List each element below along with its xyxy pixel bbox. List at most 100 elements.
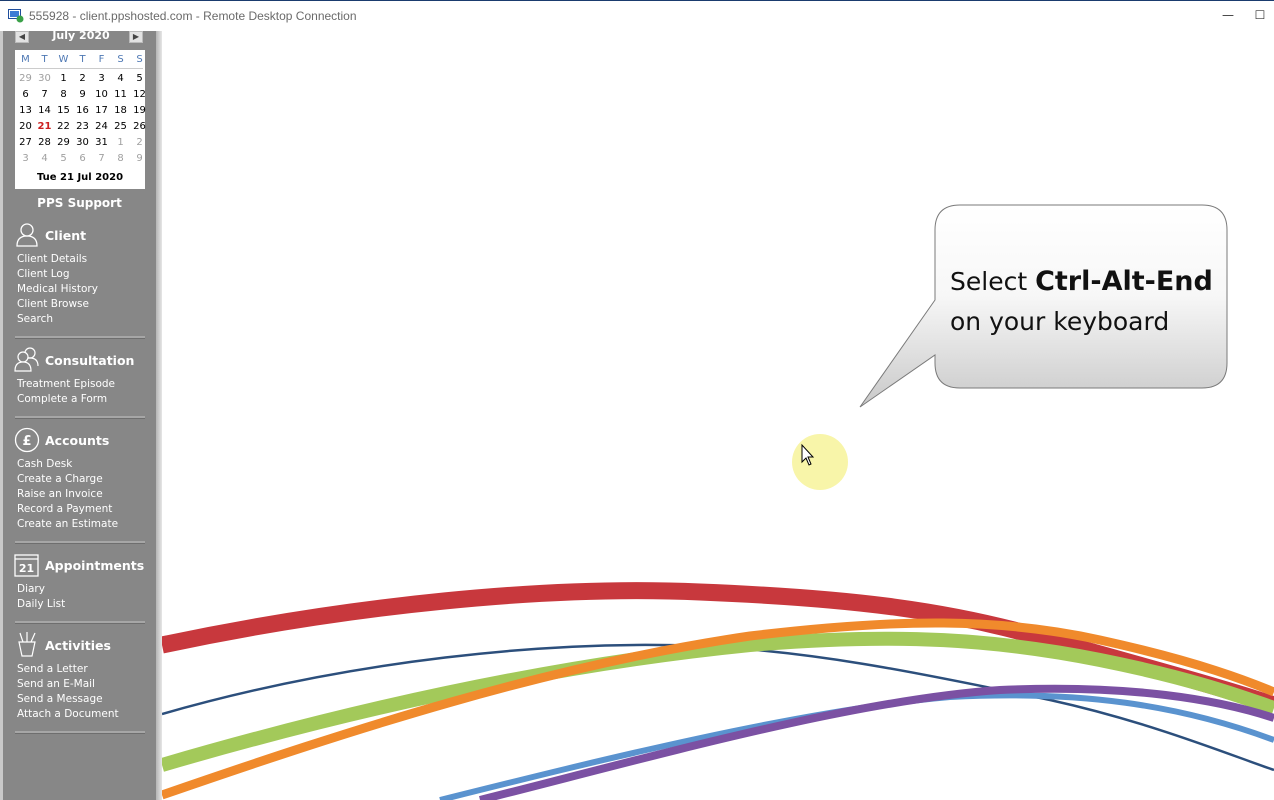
calendar-day[interactable]: 7 <box>35 89 54 100</box>
menu-daily-list[interactable]: Daily List <box>17 598 65 610</box>
menu-complete-form[interactable]: Complete a Form <box>17 393 107 405</box>
menu-send-letter[interactable]: Send a Letter <box>17 663 88 675</box>
section-title-activities[interactable]: Activities <box>45 638 111 653</box>
minimize-button[interactable]: — <box>1218 5 1238 25</box>
calendar-day[interactable]: 28 <box>35 137 54 148</box>
menu-create-estimate[interactable]: Create an Estimate <box>17 518 118 530</box>
menu-medical-history[interactable]: Medical History <box>17 283 98 295</box>
svg-text:21: 21 <box>19 562 34 575</box>
calendar-weekday: T <box>79 54 86 65</box>
desktop-background <box>162 31 1274 800</box>
calendar-divider <box>17 68 143 69</box>
calendar-day[interactable]: 6 <box>16 89 35 100</box>
calendar-day[interactable]: 31 <box>92 137 111 148</box>
section-title-accounts[interactable]: Accounts <box>45 433 109 448</box>
calendar-weekday: M <box>21 54 30 65</box>
calendar-day[interactable]: 30 <box>73 137 92 148</box>
callout-prefix: Select <box>950 267 1036 296</box>
calendar-day[interactable]: 1 <box>111 137 130 148</box>
calendar-day[interactable]: 4 <box>111 73 130 84</box>
calendar-day[interactable]: 24 <box>92 121 111 132</box>
window-title: 555928 - client.ppshosted.com - Remote D… <box>29 9 357 23</box>
next-month-button[interactable]: ▶ <box>129 31 143 43</box>
callout-keys: Ctrl-Alt-End <box>1035 266 1213 297</box>
maximize-button[interactable]: ☐ <box>1250 5 1270 25</box>
calendar-header: ◀ July 2020 ▶ <box>15 29 147 44</box>
calendar-day[interactable]: 9 <box>130 153 149 164</box>
section-divider <box>15 416 145 419</box>
menu-treatment-episode[interactable]: Treatment Episode <box>17 378 115 390</box>
menu-create-charge[interactable]: Create a Charge <box>17 473 103 485</box>
callout-text: Select Ctrl-Alt-End on your keyboard <box>950 262 1213 342</box>
calendar-day[interactable]: 8 <box>54 89 73 100</box>
calendar-day[interactable]: 29 <box>16 73 35 84</box>
section-divider <box>15 731 145 734</box>
prev-month-button[interactable]: ◀ <box>15 31 29 43</box>
menu-cash-desk[interactable]: Cash Desk <box>17 458 72 470</box>
calendar-day[interactable]: 22 <box>54 121 73 132</box>
calendar-day[interactable]: 23 <box>73 121 92 132</box>
calendar-day[interactable]: 30 <box>35 73 54 84</box>
calendar-day[interactable]: 17 <box>92 105 111 116</box>
calendar-day[interactable]: 27 <box>16 137 35 148</box>
calendar-day[interactable]: 21 <box>35 121 54 132</box>
calendar-day[interactable]: 5 <box>130 73 149 84</box>
menu-diary[interactable]: Diary <box>17 583 45 595</box>
callout-line-1: Select Ctrl-Alt-End <box>950 262 1213 302</box>
menu-client-details[interactable]: Client Details <box>17 253 87 265</box>
callout-line-2: on your keyboard <box>950 307 1170 336</box>
calendar-day[interactable]: 16 <box>73 105 92 116</box>
calendar-day[interactable]: 13 <box>16 105 35 116</box>
calendar-day[interactable]: 14 <box>35 105 54 116</box>
section-divider <box>15 621 145 624</box>
wave-background <box>162 204 1274 800</box>
calendar-weekday: S <box>136 54 143 65</box>
calendar-day[interactable]: 19 <box>130 105 149 116</box>
calendar-weekday: W <box>58 54 69 65</box>
calendar-day[interactable]: 25 <box>111 121 130 132</box>
section-title-consultation[interactable]: Consultation <box>45 353 134 368</box>
person-icon <box>16 223 38 247</box>
menu-send-message[interactable]: Send a Message <box>17 693 103 705</box>
menu-record-payment[interactable]: Record a Payment <box>17 503 112 515</box>
window-titlebar: 555928 - client.ppshosted.com - Remote D… <box>0 0 1274 31</box>
calendar-day[interactable]: 11 <box>111 89 130 100</box>
remote-desktop-icon <box>8 9 24 23</box>
calendar-day[interactable]: 29 <box>54 137 73 148</box>
calendar-day[interactable]: 3 <box>16 153 35 164</box>
calendar-day[interactable]: 15 <box>54 105 73 116</box>
section-title-client[interactable]: Client <box>45 228 86 243</box>
calendar-day[interactable]: 18 <box>111 105 130 116</box>
calendar-day[interactable]: 2 <box>130 137 149 148</box>
calendar-day[interactable]: 7 <box>92 153 111 164</box>
sidebar: ◀ July 2020 ▶ Tue 21 Jul 2020 M T W T F S S 29 3… <box>3 29 156 800</box>
calendar-day[interactable]: 2 <box>73 73 92 84</box>
calendar-day[interactable]: 20 <box>16 121 35 132</box>
calendar-day[interactable]: 6 <box>73 153 92 164</box>
calendar-day[interactable]: 10 <box>92 89 111 100</box>
sidebar-title: PPS Support <box>37 196 122 210</box>
calendar-weekday: S <box>117 54 124 65</box>
pound-icon: £ <box>14 427 40 453</box>
calendar-day[interactable]: 5 <box>54 153 73 164</box>
calendar-day[interactable]: 4 <box>35 153 54 164</box>
menu-raise-invoice[interactable]: Raise an Invoice <box>17 488 103 500</box>
menu-send-email[interactable]: Send an E-Mail <box>17 678 95 690</box>
calendar-day[interactable]: 12 <box>130 89 149 100</box>
cursor-highlight <box>792 434 848 490</box>
section-title-appointments[interactable]: Appointments <box>45 558 144 573</box>
calendar-today-label[interactable]: Tue 21 Jul 2020 <box>15 172 145 183</box>
menu-client-browse[interactable]: Client Browse <box>17 298 89 310</box>
calendar-day[interactable]: 26 <box>130 121 149 132</box>
calendar-day[interactable]: 1 <box>54 73 73 84</box>
calendar-day[interactable]: 9 <box>73 89 92 100</box>
calendar-day[interactable]: 3 <box>92 73 111 84</box>
calendar-day[interactable]: 8 <box>111 153 130 164</box>
svg-text:£: £ <box>22 434 31 449</box>
calendar-month-label: July 2020 <box>52 29 110 42</box>
section-divider <box>15 336 145 339</box>
people-icon <box>14 347 39 372</box>
menu-attach-document[interactable]: Attach a Document <box>17 708 119 720</box>
menu-client-log[interactable]: Client Log <box>17 268 70 280</box>
menu-search[interactable]: Search <box>17 313 53 325</box>
